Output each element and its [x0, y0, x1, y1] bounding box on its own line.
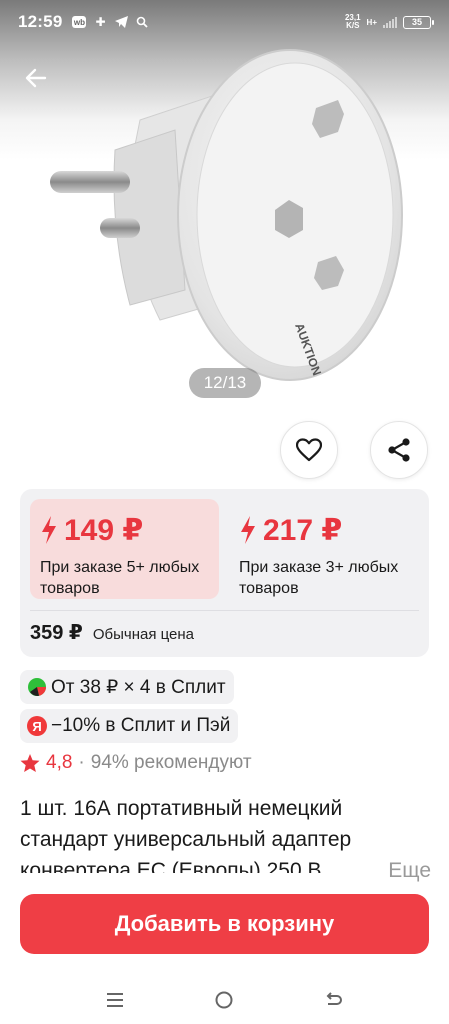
share-button[interactable]	[370, 421, 428, 479]
share-icon	[388, 438, 410, 462]
tier2-price: 217 ₽	[263, 513, 343, 547]
arrow-left-icon	[25, 68, 47, 88]
menu-icon	[106, 992, 123, 1007]
rating-row[interactable]: 4,8 · 94% рекомендуют	[20, 752, 252, 774]
home-nav-button[interactable]	[204, 980, 244, 1020]
lightning-icon	[42, 516, 56, 544]
status-time: 12:59	[18, 12, 63, 31]
regular-price-label: Обычная цена	[92, 626, 195, 643]
split-chip[interactable]: От 38 ₽ × 4 в Сплит	[20, 670, 234, 704]
back-button[interactable]	[20, 62, 52, 94]
product-gallery[interactable]: AUKTION 12/13	[0, 0, 449, 415]
product-image: AUKTION	[50, 49, 403, 381]
yandex-icon: Я	[27, 716, 47, 736]
discount-text: −10% в Сплит и Пэй	[51, 715, 231, 736]
battery-level: 35	[411, 17, 422, 27]
rating-separator: ·	[78, 752, 85, 773]
search-icon	[135, 15, 149, 29]
net-type: H+	[366, 17, 377, 27]
plus-icon: ✚	[95, 15, 106, 29]
add-to-cart-label: Добавить в корзину	[114, 911, 335, 936]
add-to-cart-button[interactable]: Добавить в корзину	[20, 894, 429, 954]
image-counter: 12/13	[189, 368, 261, 398]
title-more-link[interactable]: Еще	[366, 855, 431, 886]
wb-icon: wb	[72, 16, 87, 28]
battery-icon: 35	[403, 15, 434, 29]
price-card: 149 ₽ При заказе 5+ любых товаров 217 ₽ …	[20, 489, 429, 657]
system-nav-bar	[0, 975, 449, 1024]
telegram-icon	[114, 15, 128, 29]
recommend-text: 94% рекомендуют	[90, 752, 252, 773]
tier1-note: При заказе 5+ любых товаров	[40, 559, 200, 597]
star-icon	[20, 753, 40, 772]
heart-icon	[296, 438, 322, 462]
home-circle-icon	[215, 991, 233, 1008]
tier1-price: 149 ₽	[64, 513, 144, 547]
tier2-note: При заказе 3+ любых товаров	[239, 559, 399, 597]
status-bar: 12:59 wb ✚ 23,1 K/S H+ 35	[0, 0, 449, 44]
net-speed: 23,1 K/S	[345, 14, 361, 30]
price-tier-1[interactable]: 149 ₽ При заказе 5+ любых товаров	[30, 499, 219, 599]
back-nav-button[interactable]	[314, 980, 354, 1020]
discount-chip[interactable]: Я −10% в Сплит и Пэй	[20, 709, 239, 743]
divider	[30, 610, 419, 611]
regular-price: 359 ₽	[30, 622, 83, 644]
price-tier-2[interactable]: 217 ₽ При заказе 3+ любых товаров	[229, 499, 419, 599]
menu-nav-button[interactable]	[95, 980, 135, 1020]
lightning-icon	[241, 516, 255, 544]
regular-price-row: 359 ₽ Обычная цена	[30, 620, 194, 645]
net-speed-unit: K/S	[346, 21, 360, 30]
rating-value: 4,8	[46, 752, 73, 773]
signal-icon	[383, 16, 397, 28]
back-nav-icon	[326, 991, 343, 1005]
favorite-button[interactable]	[280, 421, 338, 479]
split-icon	[28, 678, 47, 696]
split-text: От 38 ₽ × 4 в Сплит	[51, 676, 226, 698]
